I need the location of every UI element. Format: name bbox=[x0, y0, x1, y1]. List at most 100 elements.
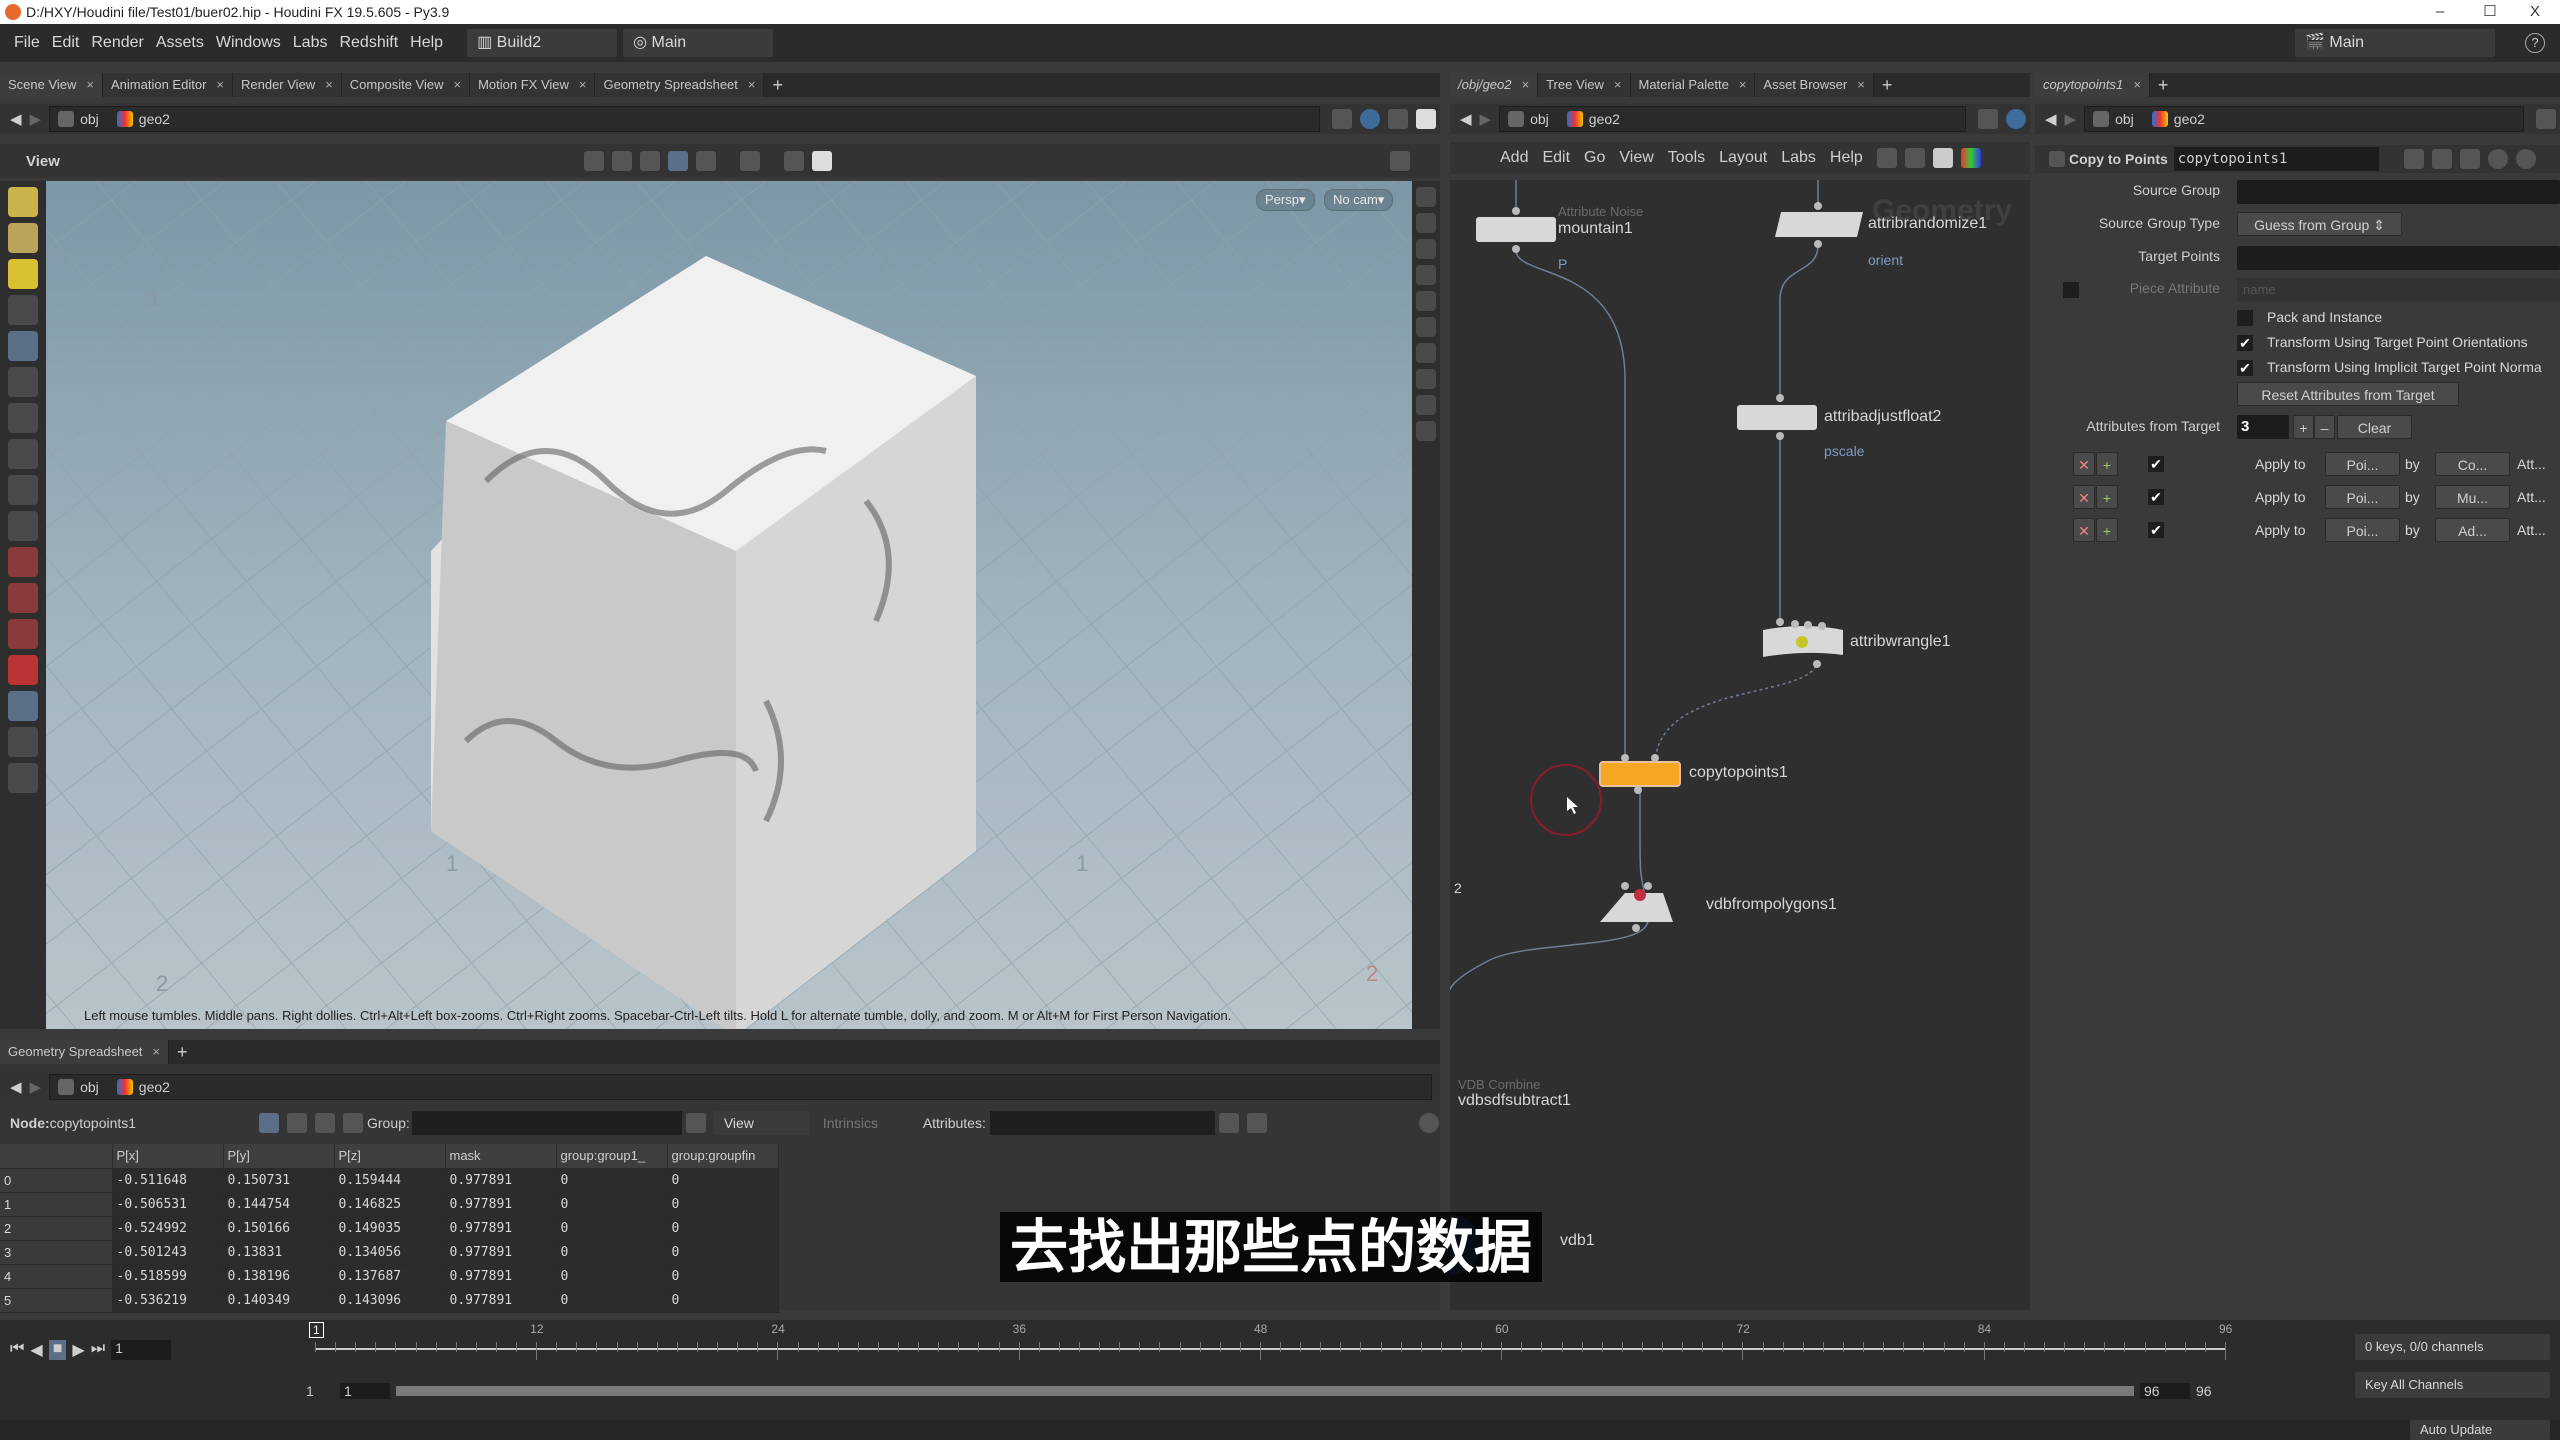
crumb-geo2[interactable]: geo2 bbox=[1566, 111, 1620, 127]
snap-point-icon[interactable] bbox=[8, 619, 38, 649]
select-tool-icon[interactable] bbox=[8, 295, 38, 325]
close-tab-icon[interactable]: × bbox=[1614, 77, 1622, 92]
operation-select[interactable]: Mu... bbox=[2435, 485, 2510, 509]
tab-animation-editor[interactable]: Animation Editor × bbox=[103, 73, 233, 97]
pin-icon[interactable] bbox=[1332, 109, 1352, 129]
back-icon[interactable]: ◀ bbox=[1460, 110, 1472, 128]
network-menu-go[interactable]: Go bbox=[1584, 149, 1605, 167]
crumb-obj[interactable]: obj bbox=[1508, 111, 1549, 127]
column-header[interactable]: P[y] bbox=[223, 1144, 335, 1169]
desktop-select[interactable]: ▥ Build2 bbox=[467, 29, 618, 57]
key-all-channels-select[interactable]: Key All Channels bbox=[2355, 1372, 2550, 1398]
link-icon[interactable] bbox=[1360, 109, 1380, 129]
row-enable-checkbox[interactable]: ✔ bbox=[2148, 489, 2164, 505]
3d-viewport[interactable]: -1 1 1 2 2 Persp▾ No cam▾ Left mouse tum… bbox=[46, 181, 1412, 1029]
light-icon[interactable] bbox=[1416, 291, 1436, 311]
range-slider[interactable] bbox=[396, 1386, 2134, 1396]
path-field[interactable]: obj geo2 bbox=[1499, 106, 1966, 132]
node-attribrandomize1[interactable] bbox=[1775, 202, 1863, 248]
network-editor[interactable]: Geometry Attribute Noise mountain1 P att… bbox=[1450, 180, 2030, 1310]
insert-row-button[interactable]: + bbox=[2096, 518, 2118, 542]
snap-magnet-icon[interactable] bbox=[8, 655, 38, 685]
search-icon[interactable] bbox=[2460, 149, 2480, 169]
tools-icon[interactable] bbox=[1876, 148, 1897, 168]
persp-menu[interactable]: Persp▾ bbox=[1256, 189, 1315, 211]
target-points-input[interactable] bbox=[2237, 246, 2560, 270]
close-tab-icon[interactable]: × bbox=[454, 77, 462, 92]
range-end-input[interactable]: 96 bbox=[2140, 1383, 2190, 1399]
back-icon[interactable]: ◀ bbox=[10, 1078, 22, 1096]
add-attribute-button[interactable]: + bbox=[2293, 415, 2314, 439]
render-icon[interactable] bbox=[812, 151, 832, 171]
menu-render[interactable]: Render bbox=[91, 34, 143, 52]
lock-icon[interactable] bbox=[1416, 239, 1436, 259]
group-input[interactable] bbox=[411, 1111, 682, 1135]
object-mode-icon[interactable] bbox=[8, 187, 38, 217]
light-icon[interactable] bbox=[1416, 265, 1436, 285]
keys-channels-display[interactable]: 0 keys, 0/0 channels bbox=[2355, 1334, 2550, 1360]
column-options-icon[interactable] bbox=[1246, 1113, 1267, 1133]
wireframe-icon[interactable] bbox=[1416, 343, 1436, 363]
select-mode-icon[interactable] bbox=[584, 151, 604, 171]
help-icon[interactable]: ? bbox=[2525, 33, 2545, 53]
pack-and-instance-checkbox[interactable] bbox=[2237, 310, 2253, 326]
table-row[interactable]: 3 -0.501243 0.13831 0.134056 0.977891 0 0 bbox=[0, 1240, 779, 1265]
crumb-geo2[interactable]: geo2 bbox=[116, 111, 170, 127]
timeline-ruler[interactable]: 1 12 24 36 48 60 72 84 96 bbox=[300, 1320, 2240, 1370]
reset-attributes-button[interactable]: Reset Attributes from Target bbox=[2237, 382, 2459, 406]
right-context-select[interactable]: 🎬 Main bbox=[2295, 29, 2495, 57]
remove-row-button[interactable]: ✕ bbox=[2073, 485, 2095, 509]
path-field[interactable]: obj geo2 bbox=[49, 1074, 1432, 1100]
back-icon[interactable]: ◀ bbox=[2045, 110, 2057, 128]
operation-select[interactable]: Ad... bbox=[2435, 518, 2510, 542]
tree-icon[interactable] bbox=[1904, 148, 1925, 168]
table-row[interactable]: 4 -0.518599 0.138196 0.137687 0.977891 0 0 bbox=[0, 1264, 779, 1289]
close-tab-icon[interactable]: × bbox=[216, 77, 224, 92]
node-copytopoints1[interactable] bbox=[1599, 754, 1681, 794]
shading-icon[interactable] bbox=[1416, 317, 1436, 337]
node-attribwrangle1[interactable] bbox=[1763, 618, 1843, 668]
remove-row-button[interactable]: ✕ bbox=[2073, 518, 2095, 542]
node-attribadjustfloat2[interactable] bbox=[1737, 394, 1817, 440]
pane-icon[interactable] bbox=[1416, 109, 1436, 129]
piece-attribute-toggle[interactable] bbox=[2063, 282, 2079, 298]
tab-obj-geo2[interactable]: /obj/geo2 × bbox=[1450, 73, 1539, 97]
color-palette-icon[interactable] bbox=[1960, 148, 1981, 168]
column-header[interactable]: mask bbox=[445, 1144, 557, 1169]
intrinsics-select[interactable]: Intrinsics bbox=[823, 1115, 923, 1131]
close-tab-icon[interactable]: × bbox=[2133, 77, 2141, 92]
tab-scene-view[interactable]: Scene View × bbox=[0, 73, 104, 97]
crumb-geo2[interactable]: geo2 bbox=[116, 1079, 170, 1095]
close-tab-icon[interactable]: × bbox=[1739, 77, 1747, 92]
close-tab-icon[interactable]: × bbox=[1522, 77, 1530, 92]
snap-prim-icon[interactable] bbox=[8, 583, 38, 613]
ghost-icon[interactable] bbox=[740, 151, 760, 171]
move-tool-icon[interactable] bbox=[8, 367, 38, 397]
table-row[interactable]: 1 -0.506531 0.144754 0.146825 0.977891 0 0 bbox=[0, 1192, 779, 1217]
viewer-help-icon[interactable] bbox=[1390, 151, 1410, 171]
info-icon[interactable] bbox=[2488, 149, 2508, 169]
forward-icon[interactable]: ▶ bbox=[30, 110, 42, 128]
pose-tool-icon[interactable] bbox=[8, 475, 38, 505]
camera-menu[interactable]: No cam▾ bbox=[1324, 189, 1394, 211]
jump-start-icon[interactable]: ⏮ bbox=[10, 1340, 24, 1360]
close-button[interactable]: X bbox=[2515, 0, 2555, 24]
close-tab-icon[interactable]: × bbox=[1857, 77, 1865, 92]
transform-orient-checkbox[interactable]: ✔ bbox=[2237, 335, 2253, 351]
gear-icon[interactable] bbox=[2404, 149, 2424, 169]
crumb-obj[interactable]: obj bbox=[2093, 111, 2134, 127]
network-menu-help[interactable]: Help bbox=[1830, 149, 1863, 167]
tab-geometry-spreadsheet[interactable]: Geometry Spreadsheet × bbox=[595, 73, 765, 97]
insert-row-button[interactable]: + bbox=[2096, 452, 2118, 476]
handle-icon[interactable] bbox=[640, 151, 660, 171]
clear-button[interactable]: Clear bbox=[2337, 415, 2412, 439]
pin-icon[interactable] bbox=[2536, 109, 2556, 129]
crumb-geo2[interactable]: geo2 bbox=[2151, 111, 2205, 127]
pin-icon[interactable] bbox=[1978, 109, 1998, 129]
add-tab-icon[interactable]: + bbox=[2158, 75, 2169, 96]
attributes-count-input[interactable]: 3 bbox=[2237, 415, 2289, 439]
current-frame-marker[interactable]: 1 bbox=[309, 1322, 324, 1338]
view-tool-icon[interactable] bbox=[8, 691, 38, 721]
menu-labs[interactable]: Labs bbox=[293, 34, 328, 52]
attributes-filter-icon[interactable] bbox=[1218, 1113, 1239, 1133]
